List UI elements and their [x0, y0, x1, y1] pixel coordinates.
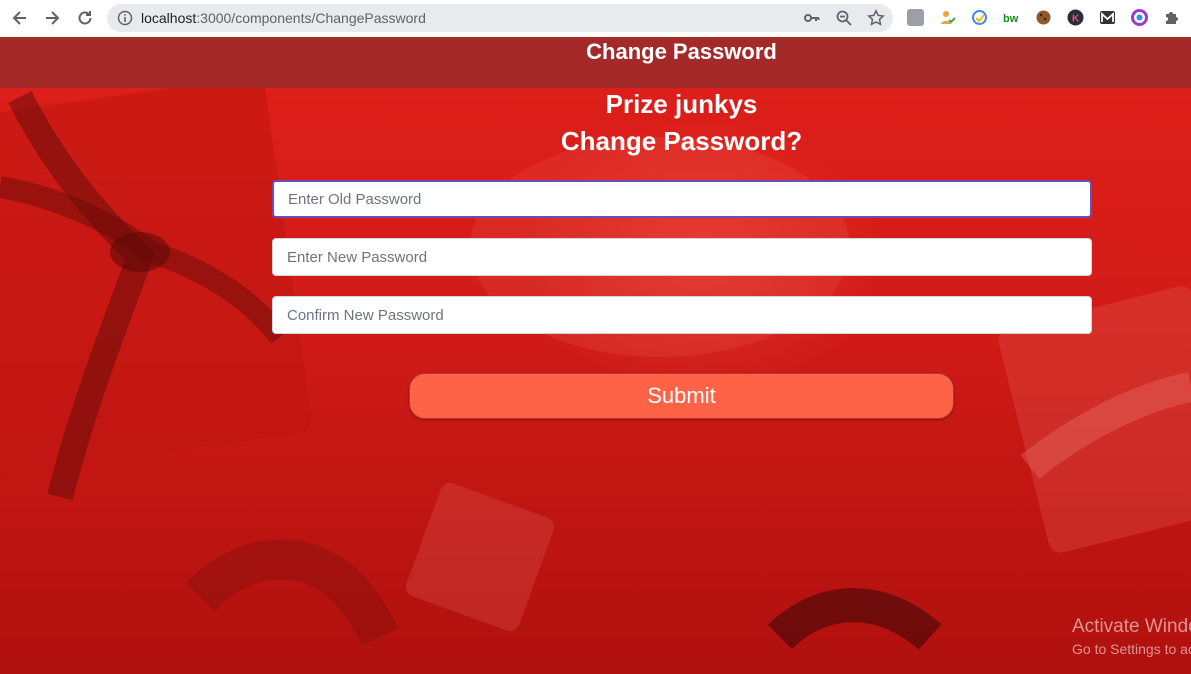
watermark-title: Activate Windows — [1072, 616, 1191, 637]
reload-icon[interactable] — [73, 6, 97, 30]
extensions-puzzle-icon[interactable] — [1163, 9, 1180, 26]
change-password-page: Change Password Prize junkys Change Pass… — [0, 37, 1191, 674]
extension-bw-icon[interactable]: bw — [1003, 9, 1020, 26]
confirm-password-input[interactable] — [272, 296, 1092, 334]
brand-name: Prize junkys — [605, 89, 758, 119]
extension-person-check-icon[interactable] — [939, 9, 956, 26]
extension-cookie-icon[interactable] — [1035, 9, 1052, 26]
form-heading: Change Password? — [560, 126, 803, 156]
forward-icon[interactable] — [40, 6, 64, 30]
browser-toolbar: localhost:3000/components/ChangePassword… — [0, 0, 1191, 38]
svg-text:bw: bw — [1003, 13, 1019, 25]
old-password-input[interactable] — [272, 180, 1092, 218]
extension-k-icon[interactable]: K — [1067, 9, 1084, 26]
zoom-icon[interactable] — [835, 9, 853, 27]
extension-colorpicker-icon[interactable] — [1131, 9, 1148, 26]
activate-windows-watermark: Activate Windows Go to Settings to activ… — [1072, 616, 1191, 657]
extension-grammar-icon[interactable] — [971, 9, 988, 26]
extension-profile-icon[interactable] — [907, 9, 924, 26]
extension-mail-icon[interactable] — [1099, 9, 1116, 26]
site-info-icon[interactable] — [117, 10, 133, 26]
page-title: Change Password — [586, 39, 777, 64]
watermark-subtitle: Go to Settings to activate Windows. — [1072, 641, 1191, 657]
submit-button[interactable]: Submit — [409, 373, 954, 419]
back-icon[interactable] — [8, 6, 32, 30]
address-bar[interactable]: localhost:3000/components/ChangePassword — [107, 4, 893, 32]
new-password-input[interactable] — [272, 238, 1092, 276]
key-icon[interactable] — [803, 9, 821, 27]
svg-text:K: K — [1072, 14, 1080, 25]
bookmark-star-icon[interactable] — [867, 9, 885, 27]
url-text: localhost:3000/components/ChangePassword — [141, 10, 426, 26]
